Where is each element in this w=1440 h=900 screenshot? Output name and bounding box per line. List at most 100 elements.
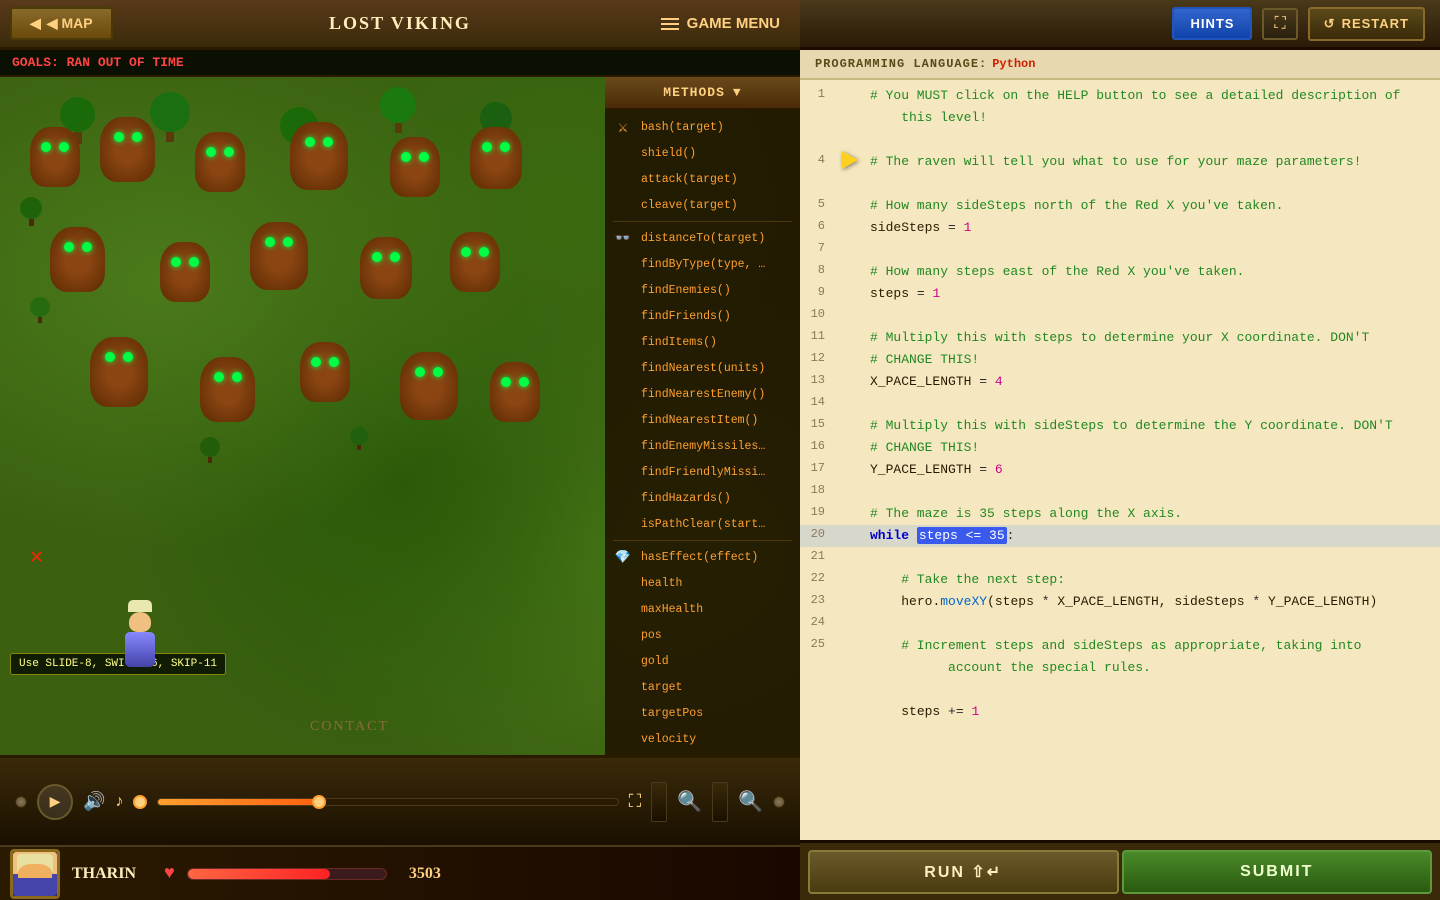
method-targetpos[interactable]: targetPos [641, 707, 703, 720]
line-content-1: # You MUST click on the HELP button to s… [865, 85, 1440, 107]
line-num-22: 22 [800, 569, 835, 585]
monster-14 [300, 342, 350, 402]
method-health[interactable]: health [641, 577, 682, 590]
fullscreen-button[interactable]: ⛶ [629, 791, 642, 812]
method-group-12: findNearestItem() [605, 407, 800, 433]
method-velocity[interactable]: velocity [641, 733, 696, 746]
code-line-25: 25 # Increment steps and sideSteps as ap… [800, 635, 1440, 657]
volume-button[interactable]: 🔊 [83, 791, 105, 812]
line-num-14: 14 [800, 393, 835, 409]
spacer-icon-5 [613, 280, 633, 300]
line-num-19: 19 [800, 503, 835, 519]
line-content-4: # The raven will tell you what to use fo… [865, 151, 1440, 173]
code-editor[interactable]: 1 # You MUST click on the HELP button to… [800, 80, 1440, 840]
method-group-24: velocity [605, 726, 800, 752]
method-findfriends[interactable]: findFriends() [641, 310, 731, 323]
monster-11 [450, 232, 500, 292]
method-group-20: pos [605, 622, 800, 648]
method-findnearestitem[interactable]: findNearestItem() [641, 414, 758, 427]
progress-bar [158, 799, 319, 805]
line-num-5: 5 [800, 195, 835, 211]
line-content-25: # Increment steps and sideSteps as appro… [865, 635, 1440, 657]
line-content-17: Y_PACE_LENGTH = 6 [865, 459, 1440, 481]
map-arrow-icon: ◀ [30, 15, 41, 32]
run-button[interactable]: RUN ⇧↵ [808, 850, 1119, 894]
hero-head [129, 612, 151, 632]
spacer-icon-7 [613, 332, 633, 352]
methods-title: METHODS [663, 85, 725, 100]
method-pos[interactable]: pos [641, 629, 662, 642]
method-bash[interactable]: bash(target) [641, 121, 724, 134]
game-area: ✕ Use SLIDE-8, SWITCH-6, SKIP-11 METHODS… [0, 77, 800, 755]
method-findenemies[interactable]: findEnemies() [641, 284, 731, 297]
spacer-icon-20 [613, 703, 633, 723]
line-num-1b [800, 107, 835, 109]
line-num-9: 9 [800, 283, 835, 299]
monster-2 [100, 117, 155, 182]
method-shield[interactable]: shield() [641, 147, 696, 160]
method-group-3: attack(target) [605, 166, 800, 192]
method-findhazards[interactable]: findHazards() [641, 492, 731, 505]
health-bar [187, 868, 387, 880]
game-menu-button[interactable]: GAME MENU [661, 15, 780, 32]
method-maxhealth[interactable]: maxHealth [641, 603, 703, 616]
line-content-20: while steps <= 35: [865, 525, 1440, 547]
progress-dot [312, 795, 326, 809]
music-button[interactable]: ♪ [115, 793, 123, 811]
restart-button[interactable]: ↺ RESTART [1308, 7, 1425, 41]
code-line-1b: this level! [800, 107, 1440, 129]
method-finditems[interactable]: findItems() [641, 336, 717, 349]
line-content-21 [865, 547, 1440, 551]
line-content-18 [865, 481, 1440, 485]
restart-label: RESTART [1342, 16, 1409, 31]
method-gold[interactable]: gold [641, 655, 669, 668]
method-haseffect[interactable]: hasEffect(effect) [641, 551, 758, 564]
method-findnearestenemy[interactable]: findNearestEnemy() [641, 388, 765, 401]
lang-label: PROGRAMMING LANGUAGE: [815, 57, 987, 71]
spacer-icon [613, 143, 633, 163]
line-num-13: 13 [800, 371, 835, 387]
method-target[interactable]: target [641, 681, 682, 694]
submit-button[interactable]: SUBMIT [1122, 850, 1433, 894]
chevron-down-icon: ▼ [733, 85, 742, 100]
method-attack[interactable]: attack(target) [641, 173, 738, 186]
zoom-out-button[interactable]: 🔍 [738, 789, 763, 814]
method-findenemymissiles[interactable]: findEnemyMissiles… [641, 440, 765, 453]
zoom-in-button[interactable]: 🔍 [677, 789, 702, 814]
language-bar: PROGRAMMING LANGUAGE: Python [800, 50, 1440, 80]
methods-list[interactable]: ⚔ bash(target) shield() attack(target) c… [605, 110, 800, 755]
line-content-19: # The maze is 35 steps along the X axis. [865, 503, 1440, 525]
restart-icon: ↺ [1324, 16, 1336, 32]
line-num-20: 20 [800, 525, 835, 541]
line-content-1b: this level! [865, 107, 1440, 129]
code-line-13: 13 X_PACE_LENGTH = 4 [800, 371, 1440, 393]
code-line-8: 8 # How many steps east of the Red X you… [800, 261, 1440, 283]
line-content-22: # Take the next step: [865, 569, 1440, 591]
line-num-25: 25 [800, 635, 835, 651]
method-group-18: health [605, 570, 800, 596]
line-content-empty1 [865, 129, 1440, 133]
fullscreen-button-editor[interactable]: ⛶ [1262, 8, 1297, 40]
hero-hair [128, 600, 152, 612]
play-button[interactable]: ▶ [37, 784, 73, 820]
line-num-26 [800, 679, 835, 681]
line-num-18: 18 [800, 481, 835, 497]
map-button[interactable]: ◀ ◀ MAP [10, 7, 113, 40]
line-num-6: 6 [800, 217, 835, 233]
line-num-11: 11 [800, 327, 835, 343]
method-cleave[interactable]: cleave(target) [641, 199, 738, 212]
hero-info-bar: THARIN ♥ 3503 [0, 845, 800, 900]
method-findbytype[interactable]: findByType(type, … [641, 258, 765, 271]
code-line-12: 12 # CHANGE THIS! [800, 349, 1440, 371]
code-line-14: 14 [800, 393, 1440, 415]
method-distanceto[interactable]: distanceTo(target) [641, 232, 765, 245]
method-findnearest[interactable]: findNearest(units) [641, 362, 765, 375]
line-content-10 [865, 305, 1440, 309]
hints-button[interactable]: HINTS [1172, 7, 1252, 40]
arrow-indicator [842, 151, 858, 169]
method-findfriendlymissi[interactable]: findFriendlyMissi… [641, 466, 765, 479]
line-num-23: 23 [800, 591, 835, 607]
progress-container[interactable] [157, 798, 618, 806]
code-line-23: 23 hero.moveXY(steps * X_PACE_LENGTH, si… [800, 591, 1440, 613]
method-ispathclear[interactable]: isPathClear(start… [641, 518, 765, 531]
